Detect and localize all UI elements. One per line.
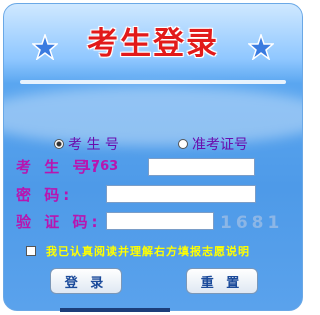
radio-examinee-id-label: 考 生 号 [68,137,119,153]
agreement-text: 我已认真阅读并理解右方填报志愿说明 [46,245,250,258]
page-title: 考生登录 [87,26,219,62]
star-icon [248,34,274,60]
examinee-id-prefix: 1763 [82,159,119,174]
captcha-input[interactable] [106,212,214,230]
radio-selected-icon [54,139,64,149]
captcha-image[interactable]: 1681 [220,212,280,234]
examinee-id-input[interactable] [148,158,255,176]
login-button[interactable]: 登 录 [50,268,122,294]
bottom-bar [60,308,170,312]
password-label: 密 码: [16,186,74,204]
reset-button[interactable]: 重 置 [186,268,258,294]
star-icon [32,34,58,60]
login-panel: 考生登录 考 生 号 准考证号 考 生 号: 1763 密 码: 验 证 码: … [3,3,303,311]
captcha-label: 验 证 码: [16,213,102,231]
radio-unselected-icon [178,139,188,149]
login-header: 考生登录 [4,4,302,89]
agreement-checkbox[interactable] [26,246,36,256]
radio-admission-ticket[interactable]: 准考证号 [178,134,248,154]
header-divider [20,80,286,84]
radio-examinee-id[interactable]: 考 生 号 [54,134,119,154]
agreement-row: 我已认真阅读并理解右方填报志愿说明 [26,242,302,260]
password-input[interactable] [106,185,256,203]
login-type-group: 考 生 号 准考证号 [54,134,294,154]
radio-admission-ticket-label: 准考证号 [192,137,248,153]
